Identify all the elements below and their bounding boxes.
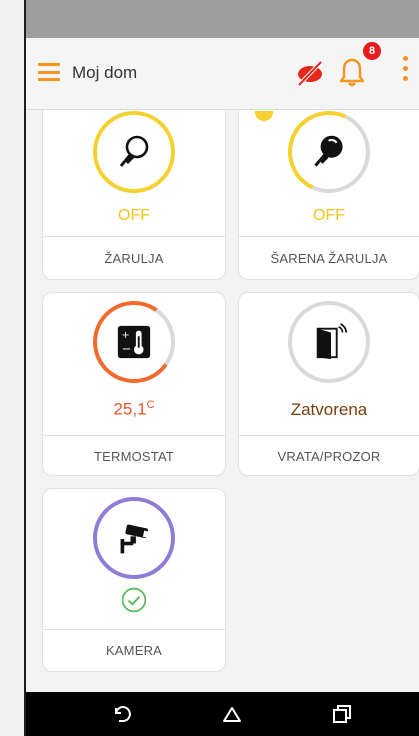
device-label: TERMOSTAT xyxy=(93,449,175,464)
color-bulb-ring xyxy=(276,110,382,205)
svg-text:−: − xyxy=(122,341,132,355)
android-nav-bar xyxy=(26,692,419,736)
security-camera-icon xyxy=(120,524,149,554)
more-vert-icon[interactable] xyxy=(400,56,410,90)
device-label: KAMERA xyxy=(105,643,163,658)
color-bulb-icon xyxy=(314,135,343,167)
camera-ring xyxy=(93,497,175,579)
card-divider xyxy=(239,435,419,436)
door-ring xyxy=(288,301,370,383)
card-divider xyxy=(239,236,419,237)
bell-icon[interactable] xyxy=(338,57,366,87)
svg-text:+: + xyxy=(122,330,130,341)
device-card-color-bulb[interactable]: OFF ŠARENA ŽARULJA xyxy=(238,110,419,280)
device-label: ŠARENA ŽARULJA xyxy=(270,251,388,266)
device-grid: OFF ŽARULJA OFF ŠARENA ŽARULJA + − 25,1C… xyxy=(26,110,419,692)
home-icon[interactable] xyxy=(220,702,244,726)
device-label: VRATA/PROZOR xyxy=(277,449,381,464)
device-label: ŽARULJA xyxy=(104,251,164,266)
recents-icon[interactable] xyxy=(330,702,354,726)
device-state: 25,1C xyxy=(113,399,155,419)
back-icon[interactable] xyxy=(110,702,134,726)
light-bulb-icon xyxy=(119,135,149,167)
device-state: Zatvorena xyxy=(290,400,368,419)
phone-screen: Moj dom 8 OFF ŽARULJA OFF ŠARENA ŽARULJA… xyxy=(24,0,419,736)
left-margin xyxy=(0,0,24,736)
status-bar xyxy=(26,0,419,38)
device-state: OFF xyxy=(118,207,150,224)
device-card-bulb[interactable]: OFF ŽARULJA xyxy=(42,110,226,280)
bulb-ring xyxy=(93,111,175,193)
notification-badge: 8 xyxy=(363,42,381,60)
app-bar: Moj dom 8 xyxy=(26,38,419,110)
menu-icon[interactable] xyxy=(38,63,60,81)
door-sensor-icon xyxy=(316,323,348,360)
card-divider xyxy=(43,629,225,630)
device-card-camera[interactable]: KAMERA xyxy=(42,488,226,672)
thermostat-icon: + − xyxy=(117,325,151,359)
device-card-thermostat[interactable]: + − 25,1C TERMOSTAT xyxy=(42,292,226,476)
color-indicator-dot xyxy=(255,111,273,121)
visibility-off-icon[interactable] xyxy=(296,60,324,86)
device-card-door[interactable]: Zatvorena VRATA/PROZOR xyxy=(238,292,419,476)
thermostat-ring: + − xyxy=(86,294,182,390)
card-divider xyxy=(43,236,225,237)
app-title: Moj dom xyxy=(72,63,138,82)
status-ok-icon xyxy=(121,587,147,613)
card-divider xyxy=(43,435,225,436)
device-state: OFF xyxy=(313,207,345,224)
